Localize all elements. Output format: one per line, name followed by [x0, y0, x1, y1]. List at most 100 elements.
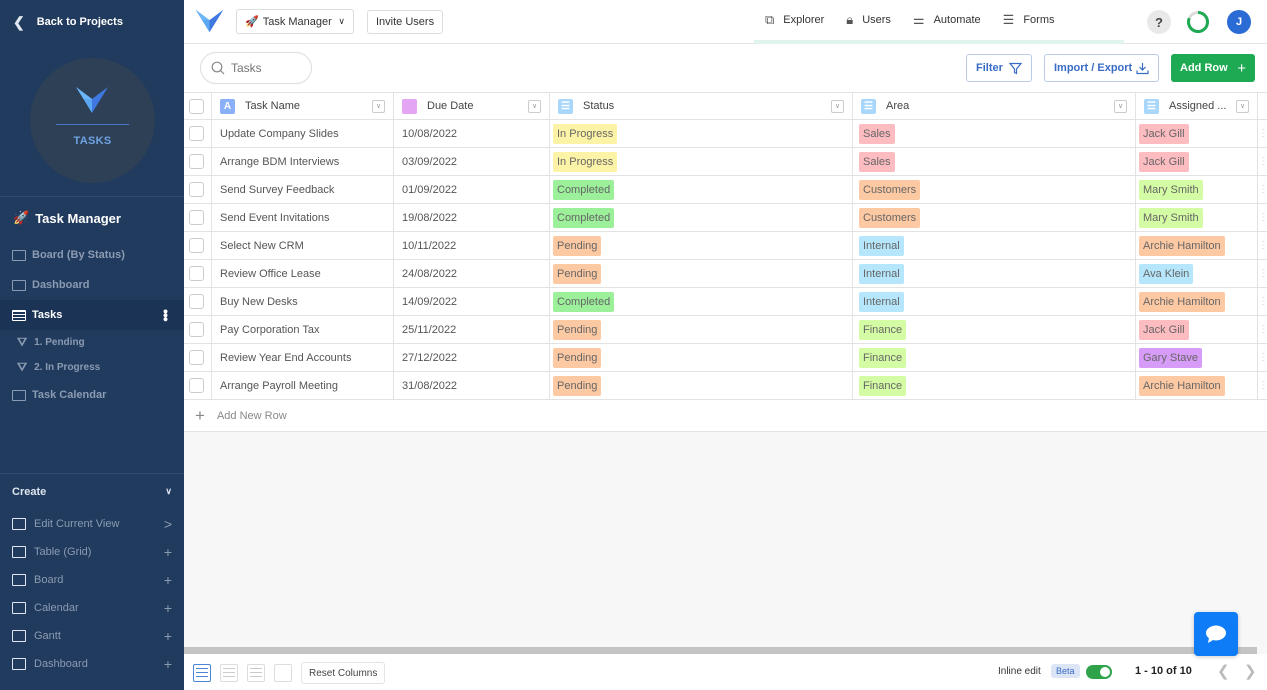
- sidebar-item-task-calendar[interactable]: Task Calendar: [0, 380, 184, 410]
- assigned-cell[interactable]: Archie Hamilton: [1136, 372, 1258, 399]
- next-page-button[interactable]: ❯: [1244, 662, 1257, 680]
- assigned-cell[interactable]: Archie Hamilton: [1136, 288, 1258, 315]
- chat-button[interactable]: [1194, 612, 1238, 656]
- task-name-cell[interactable]: Pay Corporation Tax: [212, 316, 394, 343]
- sidebar-item-board-by-status[interactable]: Board (By Status): [0, 240, 184, 270]
- area-cell[interactable]: Finance: [853, 372, 1136, 399]
- row-checkbox[interactable]: [189, 182, 204, 197]
- tab-automate[interactable]: ⚌ Automate: [902, 0, 992, 40]
- create-table-grid[interactable]: Table (Grid) +: [0, 538, 184, 566]
- sidebar-filter-pending[interactable]: ⛛ 1. Pending: [0, 330, 184, 355]
- row-checkbox[interactable]: [189, 266, 204, 281]
- assigned-cell[interactable]: Ava Klein: [1136, 260, 1258, 287]
- area-cell[interactable]: Customers: [853, 204, 1136, 231]
- row-drag-handle[interactable]: ⋮: [1258, 316, 1267, 343]
- add-row-button[interactable]: Add Row +: [1171, 54, 1255, 82]
- import-export-button[interactable]: Import / Export: [1044, 54, 1159, 82]
- column-header-due-date[interactable]: Due Date ∨: [394, 93, 550, 119]
- area-cell[interactable]: Sales: [853, 148, 1136, 175]
- task-name-cell[interactable]: Update Company Slides: [212, 120, 394, 147]
- tab-explorer[interactable]: ⧉ Explorer: [754, 0, 835, 40]
- status-cell[interactable]: In Progress: [550, 148, 853, 175]
- area-cell[interactable]: Internal: [853, 260, 1136, 287]
- create-section-toggle[interactable]: Create ∨: [12, 486, 172, 498]
- area-cell[interactable]: Customers: [853, 176, 1136, 203]
- table-row[interactable]: Arrange Payroll Meeting 31/08/2022 Pending…: [184, 372, 1267, 400]
- area-cell[interactable]: Finance: [853, 344, 1136, 371]
- task-name-cell[interactable]: Send Event Invitations: [212, 204, 394, 231]
- due-date-cell[interactable]: 03/09/2022: [394, 148, 550, 175]
- due-date-cell[interactable]: 31/08/2022: [394, 372, 550, 399]
- due-date-cell[interactable]: 10/11/2022: [394, 232, 550, 259]
- status-cell[interactable]: In Progress: [550, 120, 853, 147]
- row-checkbox[interactable]: [189, 154, 204, 169]
- sidebar-item-tasks[interactable]: Tasks •••: [0, 300, 184, 330]
- column-menu-button[interactable]: ∨: [528, 99, 541, 113]
- row-checkbox[interactable]: [189, 378, 204, 393]
- due-date-cell[interactable]: 19/08/2022: [394, 204, 550, 231]
- table-row[interactable]: Arrange BDM Interviews 03/09/2022 In Progr…: [184, 148, 1267, 176]
- select-all-checkbox[interactable]: [189, 98, 204, 114]
- create-calendar[interactable]: Calendar +: [0, 594, 184, 622]
- table-row[interactable]: Update Company Slides 10/08/2022 In Progre…: [184, 120, 1267, 148]
- row-checkbox[interactable]: [189, 322, 204, 337]
- row-checkbox[interactable]: [189, 238, 204, 253]
- row-drag-handle[interactable]: ⋮: [1258, 288, 1267, 315]
- table-row[interactable]: Pay Corporation Tax 25/11/2022 Pending Fina…: [184, 316, 1267, 344]
- column-header-assigned[interactable]: ☰ Assigned ... ∨: [1136, 93, 1258, 119]
- row-height-medium-button[interactable]: [220, 664, 238, 682]
- tab-forms[interactable]: ☰ Forms: [992, 0, 1066, 40]
- table-row[interactable]: Send Survey Feedback 01/09/2022 Completed C…: [184, 176, 1267, 204]
- status-cell[interactable]: Completed: [550, 288, 853, 315]
- status-cell[interactable]: Pending: [550, 344, 853, 371]
- task-name-cell[interactable]: Buy New Desks: [212, 288, 394, 315]
- area-cell[interactable]: Sales: [853, 120, 1136, 147]
- inline-edit-toggle[interactable]: [1086, 665, 1112, 679]
- search-input[interactable]: [231, 61, 301, 75]
- due-date-cell[interactable]: 25/11/2022: [394, 316, 550, 343]
- prev-page-button[interactable]: ❮: [1217, 662, 1230, 680]
- row-drag-handle[interactable]: ⋮: [1258, 260, 1267, 287]
- assigned-cell[interactable]: Mary Smith: [1136, 176, 1258, 203]
- more-options-icon[interactable]: •••: [158, 309, 174, 321]
- table-row[interactable]: Review Year End Accounts 27/12/2022 Pendin…: [184, 344, 1267, 372]
- add-new-row-button[interactable]: + Add New Row: [184, 400, 1267, 432]
- due-date-cell[interactable]: 27/12/2022: [394, 344, 550, 371]
- assigned-cell[interactable]: Jack Gill: [1136, 316, 1258, 343]
- search-box[interactable]: [200, 52, 312, 84]
- back-to-projects-link[interactable]: ❮ Back to Projects: [0, 0, 184, 44]
- column-menu-button[interactable]: ∨: [831, 99, 844, 113]
- due-date-cell[interactable]: 10/08/2022: [394, 120, 550, 147]
- create-gantt[interactable]: Gantt +: [0, 622, 184, 650]
- row-drag-handle[interactable]: ⋮: [1258, 148, 1267, 175]
- assigned-cell[interactable]: Archie Hamilton: [1136, 232, 1258, 259]
- row-height-compact-button[interactable]: [193, 664, 211, 682]
- column-menu-button[interactable]: ∨: [1236, 99, 1249, 113]
- row-drag-handle[interactable]: ⋮: [1258, 204, 1267, 231]
- due-date-cell[interactable]: 14/09/2022: [394, 288, 550, 315]
- table-row[interactable]: Select New CRM 10/11/2022 Pending Internal A…: [184, 232, 1267, 260]
- row-drag-handle[interactable]: ⋮: [1258, 120, 1267, 147]
- status-cell[interactable]: Pending: [550, 316, 853, 343]
- row-height-tall-button[interactable]: [247, 664, 265, 682]
- task-name-cell[interactable]: Arrange BDM Interviews: [212, 148, 394, 175]
- column-header-area[interactable]: ☰ Area ∨: [853, 93, 1136, 119]
- area-cell[interactable]: Finance: [853, 316, 1136, 343]
- progress-ring-icon[interactable]: [1186, 10, 1210, 34]
- column-header-task-name[interactable]: A Task Name ∨: [212, 93, 394, 119]
- assigned-cell[interactable]: Gary Stave: [1136, 344, 1258, 371]
- row-drag-handle[interactable]: ⋮: [1258, 344, 1267, 371]
- task-name-cell[interactable]: Review Year End Accounts: [212, 344, 394, 371]
- reset-columns-button[interactable]: Reset Columns: [301, 662, 386, 684]
- logo-icon[interactable]: [195, 8, 224, 34]
- status-cell[interactable]: Pending: [550, 260, 853, 287]
- row-checkbox[interactable]: [189, 210, 204, 225]
- card-view-button[interactable]: [274, 664, 292, 682]
- avatar[interactable]: J: [1227, 10, 1251, 34]
- area-cell[interactable]: Internal: [853, 288, 1136, 315]
- status-cell[interactable]: Pending: [550, 372, 853, 399]
- table-row[interactable]: Buy New Desks 14/09/2022 Completed Internal…: [184, 288, 1267, 316]
- sidebar-filter-in-progress[interactable]: ⛛ 2. In Progress: [0, 355, 184, 380]
- project-selector[interactable]: 🚀 Task Manager ∨: [236, 9, 354, 34]
- task-name-cell[interactable]: Send Survey Feedback: [212, 176, 394, 203]
